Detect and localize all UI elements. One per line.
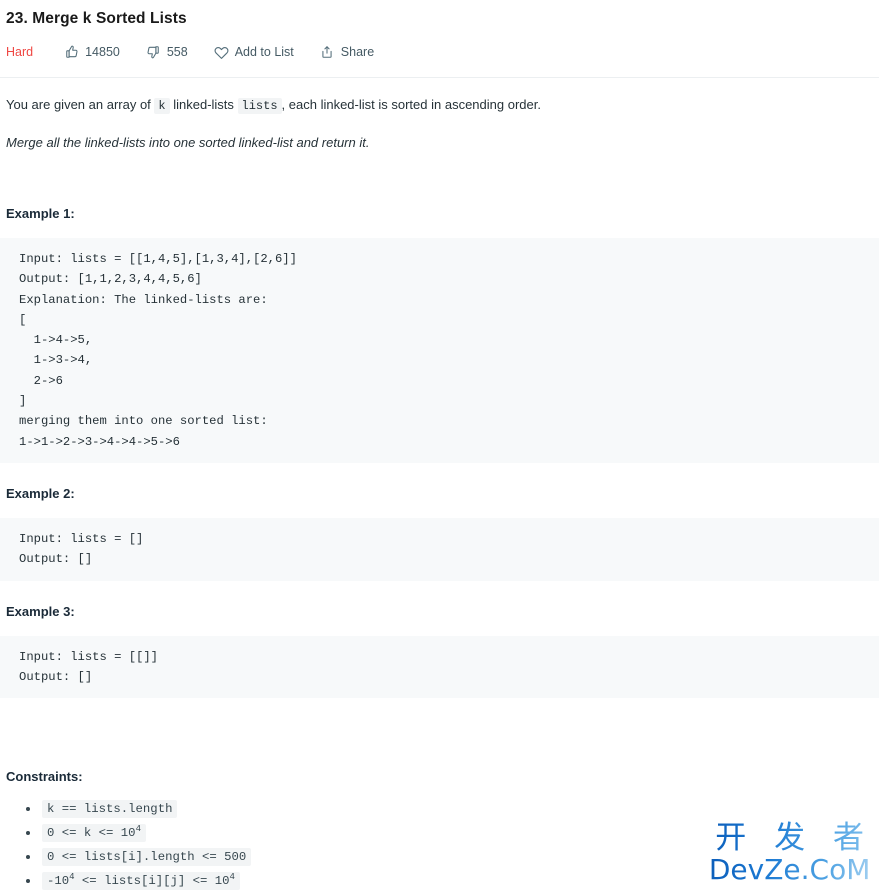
header-divider — [0, 77, 879, 78]
dislike-count: 558 — [166, 44, 188, 59]
example-1-heading: Example 1: — [6, 206, 75, 221]
thumbs-up-icon — [64, 45, 79, 60]
constraint-item: 0 <= k <= 104 — [26, 821, 873, 845]
share-label: Share — [340, 44, 375, 59]
problem-page: 23. Merge k Sorted Lists Hard 14850 558 — [0, 0, 879, 893]
thumbs-down-icon — [146, 45, 161, 60]
heart-icon — [214, 45, 229, 60]
constraint-2-sup: 4 — [135, 824, 141, 835]
add-to-list-button[interactable]: Add to List — [214, 45, 294, 60]
constraint-code-2: 0 <= k <= 104 — [42, 824, 146, 843]
constraint-4-post: <= lists[i][j] <= 10 — [74, 874, 230, 889]
constraint-item: -104 <= lists[i][j] <= 104 — [26, 869, 873, 893]
problem-content: You are given an array of k linked-lists… — [0, 95, 879, 893]
page-title: 23. Merge k Sorted Lists — [6, 10, 187, 27]
inline-code-k: k — [154, 98, 170, 114]
constraint-item: k == lists.length — [26, 797, 873, 821]
example-1-code: Input: lists = [[1,4,5],[1,3,4],[2,6]] O… — [0, 238, 879, 463]
intro-text-2: linked-lists — [169, 97, 238, 112]
share-button[interactable]: Share — [320, 45, 374, 60]
difficulty-badge[interactable]: Hard — [6, 45, 33, 59]
constraint-4-pre: -10 — [47, 874, 70, 889]
constraints-heading: Constraints: — [6, 769, 83, 785]
example-2-code: Input: lists = [] Output: [] — [0, 517, 879, 581]
like-button[interactable]: 14850 — [64, 45, 120, 60]
inline-code-lists: lists — [237, 98, 282, 114]
description-goal: Merge all the linked-lists into one sort… — [6, 135, 370, 150]
intro-text-1: You are given an array of — [6, 97, 155, 112]
constraint-4-sup-2: 4 — [229, 872, 235, 883]
problem-meta-toolbar: Hard 14850 558 Add to List Share — [0, 30, 879, 65]
constraint-code-1: k == lists.length — [42, 800, 178, 819]
dislike-button[interactable]: 558 — [146, 45, 188, 60]
example-3-code: Input: lists = [[]] Output: [] — [0, 635, 879, 699]
constraint-code-4: -104 <= lists[i][j] <= 104 — [42, 872, 240, 891]
constraint-code-3: 0 <= lists[i].length <= 500 — [42, 848, 252, 867]
add-to-list-label: Add to List — [234, 44, 294, 59]
example-2-heading: Example 2: — [6, 485, 75, 501]
intro-text-3: , each linked-list is sorted in ascendin… — [281, 97, 541, 112]
example-3-heading: Example 3: — [6, 603, 75, 619]
constraints-list: k == lists.length 0 <= k <= 104 0 <= lis… — [6, 797, 873, 893]
constraint-2-pre: 0 <= k <= 10 — [47, 826, 136, 841]
share-icon — [320, 45, 335, 60]
like-count: 14850 — [85, 44, 120, 59]
description-intro: You are given an array of k linked-lists… — [6, 95, 873, 116]
